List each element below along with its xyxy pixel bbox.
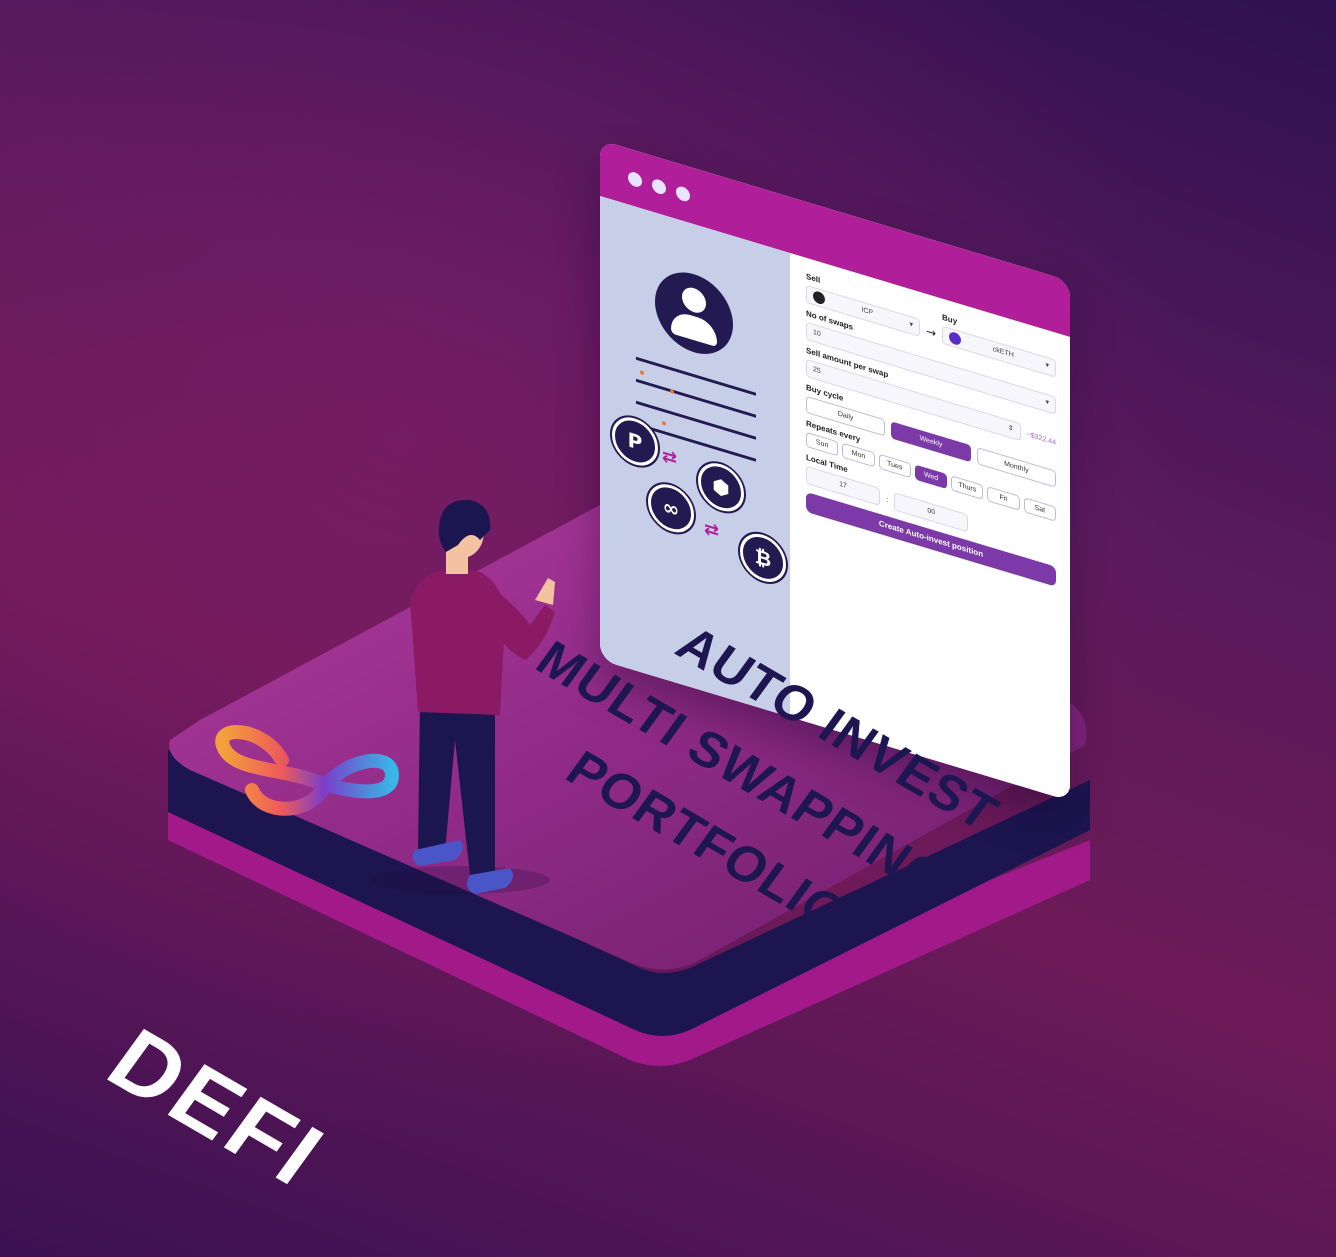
buy-token-value: ckETH	[992, 345, 1014, 360]
window-dot-icon[interactable]	[652, 177, 666, 196]
decor-dot	[640, 370, 644, 376]
decor-dot	[662, 420, 666, 426]
swaps-value: 10	[813, 328, 821, 339]
amount-usd-hint: ~$322.44	[1026, 430, 1056, 447]
swap-arrows-icon: ⇄	[662, 444, 678, 471]
avatar-body-icon	[671, 309, 717, 348]
window-dot-icon[interactable]	[628, 170, 642, 189]
avatar-head-icon	[682, 284, 706, 316]
sell-token-value: ICP	[861, 306, 874, 317]
bitcoin-icon[interactable]: ₿	[740, 528, 786, 588]
polygon-icon[interactable]: ∞	[648, 478, 694, 539]
chevron-down-icon: ▾	[909, 320, 913, 329]
amount-value: 25	[813, 365, 821, 376]
time-separator: :	[886, 494, 889, 504]
avatar[interactable]	[655, 262, 733, 364]
window-dot-icon[interactable]	[676, 184, 690, 203]
chevron-down-icon: ▾	[1045, 361, 1049, 370]
cketh-token-icon	[949, 330, 962, 347]
decor-dot	[670, 389, 674, 395]
polkadot-icon[interactable]: P	[612, 411, 658, 472]
bnb-icon[interactable]: ⬢	[698, 457, 744, 518]
chevron-down-icon: ▾	[1045, 398, 1049, 407]
icp-token-icon	[813, 289, 825, 306]
placeholder-line	[636, 378, 756, 418]
arrow-right-icon: →	[925, 323, 937, 341]
stepper-icon: ⇕	[1007, 424, 1014, 434]
swap-arrows-icon: ⇄	[704, 517, 720, 543]
placeholder-line	[636, 356, 756, 396]
